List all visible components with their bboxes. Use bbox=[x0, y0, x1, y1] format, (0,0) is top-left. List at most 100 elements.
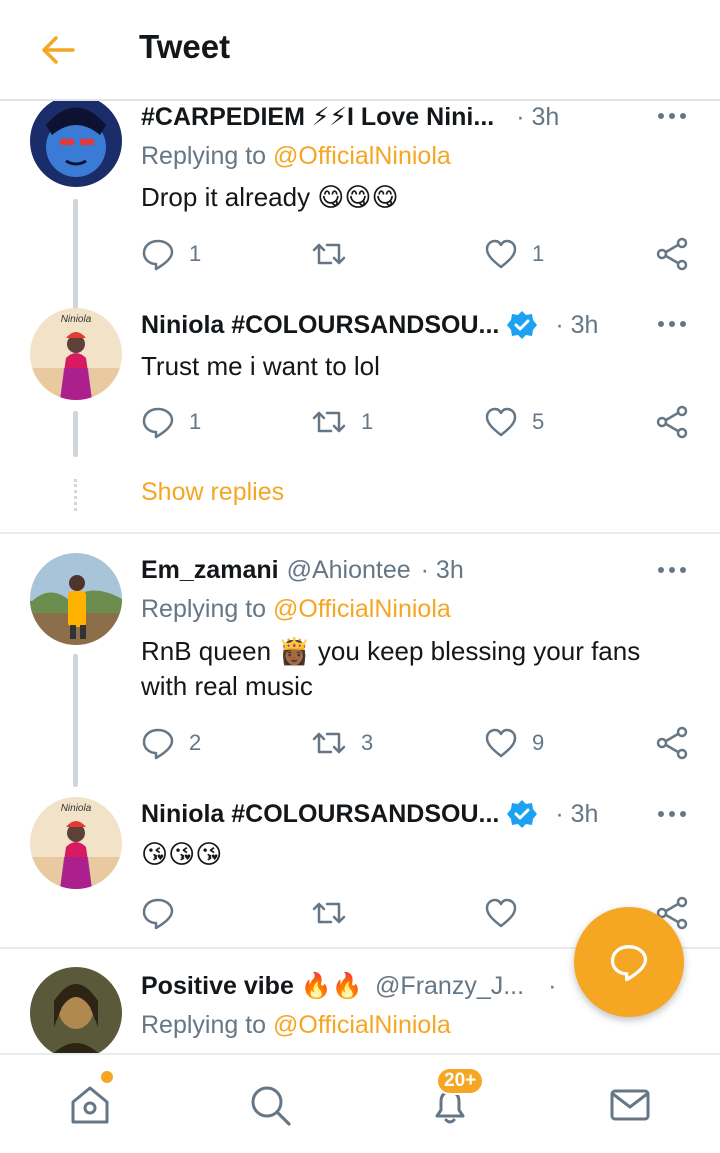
share-button[interactable] bbox=[655, 723, 689, 763]
thread-line bbox=[73, 654, 78, 787]
tweet-time: · 3h bbox=[516, 102, 560, 131]
svg-text:Niniola: Niniola bbox=[61, 803, 92, 814]
author-name[interactable]: #CARPEDIEM ⚡⚡I Love Nini... bbox=[141, 102, 494, 132]
mention-link[interactable]: @OfficialNiniola bbox=[273, 595, 451, 623]
tweet-text: RnB queen 👸🏾 you keep blessing your fans… bbox=[141, 636, 641, 701]
tweet-actions: 1 1 5 bbox=[141, 402, 701, 442]
heart-icon bbox=[485, 728, 517, 758]
retweet-button[interactable]: 1 bbox=[311, 402, 373, 442]
verified-badge-icon bbox=[507, 800, 538, 828]
reply-icon bbox=[142, 407, 174, 439]
heart-icon bbox=[485, 898, 517, 928]
retweet-icon bbox=[312, 902, 346, 924]
avatar[interactable] bbox=[30, 967, 122, 1053]
reply-icon bbox=[142, 898, 174, 930]
mention-link[interactable]: @OfficialNiniola bbox=[273, 142, 451, 170]
tweet-text: Trust me i want to lol bbox=[141, 351, 380, 381]
retweet-icon bbox=[312, 411, 346, 433]
author-handle[interactable]: @Franzy_J... bbox=[375, 972, 524, 1001]
more-options-button[interactable] bbox=[652, 309, 692, 339]
tweet-text: 😘😘😘 bbox=[141, 839, 223, 869]
search-icon bbox=[251, 1086, 291, 1126]
reply-button[interactable]: 1 bbox=[141, 402, 201, 442]
mention-link[interactable]: @OfficialNiniola bbox=[273, 1011, 451, 1039]
divider bbox=[0, 532, 720, 534]
tweet-time: · 3h bbox=[555, 799, 599, 828]
like-button[interactable] bbox=[484, 893, 518, 933]
compose-reply-button[interactable] bbox=[574, 907, 684, 1017]
more-icon bbox=[658, 321, 686, 327]
more-icon bbox=[658, 811, 686, 817]
nav-home[interactable] bbox=[64, 1079, 116, 1131]
author-name[interactable]: Positive vibe 🔥🔥 bbox=[141, 972, 363, 1001]
reply-icon bbox=[142, 728, 174, 760]
retweet-button[interactable]: 3 bbox=[311, 723, 373, 763]
like-button[interactable]: 5 bbox=[484, 402, 544, 442]
avatar[interactable]: Niniola bbox=[30, 797, 122, 889]
thread-dots bbox=[74, 479, 77, 511]
tweet-time: · 3h bbox=[420, 555, 464, 584]
show-replies-link[interactable]: Show replies bbox=[141, 478, 284, 507]
notifications-badge: 20+ bbox=[436, 1067, 485, 1095]
verified-badge-icon bbox=[507, 311, 538, 339]
reply-count: 1 bbox=[189, 241, 202, 266]
page-title: Tweet bbox=[139, 28, 231, 65]
replying-to: Replying to @OfficialNiniola bbox=[141, 595, 451, 623]
author-handle[interactable]: @Ahiontee bbox=[287, 556, 411, 585]
avatar[interactable] bbox=[30, 553, 122, 645]
like-count: 1 bbox=[532, 241, 545, 266]
heart-icon bbox=[485, 239, 517, 269]
tweet-header: Niniola #COLOURSANDSOU... · 3h bbox=[141, 308, 598, 342]
retweet-icon bbox=[312, 732, 346, 754]
retweet-button[interactable] bbox=[311, 893, 347, 933]
like-button[interactable]: 9 bbox=[484, 723, 544, 763]
home-icon bbox=[71, 1086, 109, 1124]
retweet-icon bbox=[312, 243, 346, 265]
more-options-button[interactable] bbox=[652, 799, 692, 829]
tweet-actions: 1 1 bbox=[141, 234, 701, 274]
new-content-dot bbox=[101, 1071, 113, 1083]
like-count: 5 bbox=[532, 409, 545, 434]
retweet-count: 1 bbox=[361, 409, 374, 434]
mail-icon bbox=[610, 1089, 650, 1121]
retweet-count: 3 bbox=[361, 730, 374, 755]
reply-count: 2 bbox=[189, 730, 202, 755]
arrow-left-icon bbox=[42, 36, 75, 64]
reply-bubble-icon bbox=[610, 945, 648, 982]
reply-button[interactable] bbox=[141, 893, 175, 933]
share-button[interactable] bbox=[655, 234, 689, 274]
avatar[interactable] bbox=[30, 101, 122, 187]
more-options-button[interactable] bbox=[652, 555, 692, 585]
reply-button[interactable]: 2 bbox=[141, 723, 201, 763]
author-name[interactable]: Niniola #COLOURSANDSOU... bbox=[141, 800, 499, 829]
author-name[interactable]: Em_zamani bbox=[141, 556, 279, 585]
reply-icon bbox=[142, 239, 174, 271]
nav-search[interactable] bbox=[244, 1079, 296, 1131]
back-button[interactable] bbox=[30, 24, 86, 76]
nav-messages[interactable] bbox=[604, 1079, 656, 1131]
bottom-navigation: 20+ bbox=[0, 1053, 720, 1153]
tweet-actions: 2 3 9 bbox=[141, 723, 701, 763]
tweet-header: Em_zamani @Ahiontee · 3h bbox=[141, 553, 464, 587]
share-icon bbox=[656, 405, 688, 439]
reply-count: 1 bbox=[189, 409, 202, 434]
tweet-text: Drop it already 😋😋😋 bbox=[141, 182, 399, 212]
tweet-time: · bbox=[548, 971, 557, 1000]
tweet-header: #CARPEDIEM ⚡⚡I Love Nini... · 3h bbox=[141, 101, 559, 134]
replying-to: Replying to @OfficialNiniola bbox=[141, 1011, 451, 1039]
heart-icon bbox=[485, 407, 517, 437]
svg-text:Niniola: Niniola bbox=[61, 314, 92, 325]
like-button[interactable]: 1 bbox=[484, 234, 544, 274]
share-icon bbox=[656, 237, 688, 271]
share-icon bbox=[656, 726, 688, 760]
author-name[interactable]: Niniola #COLOURSANDSOU... bbox=[141, 311, 499, 340]
more-icon bbox=[658, 567, 686, 573]
thread-line bbox=[73, 411, 78, 457]
reply-button[interactable]: 1 bbox=[141, 234, 201, 274]
tweet-header: Positive vibe 🔥🔥 @Franzy_J... · bbox=[141, 969, 556, 1003]
more-options-button[interactable] bbox=[652, 101, 692, 131]
avatar[interactable]: Niniola bbox=[30, 308, 122, 400]
retweet-button[interactable] bbox=[311, 234, 361, 274]
share-button[interactable] bbox=[655, 402, 689, 442]
like-count: 9 bbox=[532, 730, 545, 755]
